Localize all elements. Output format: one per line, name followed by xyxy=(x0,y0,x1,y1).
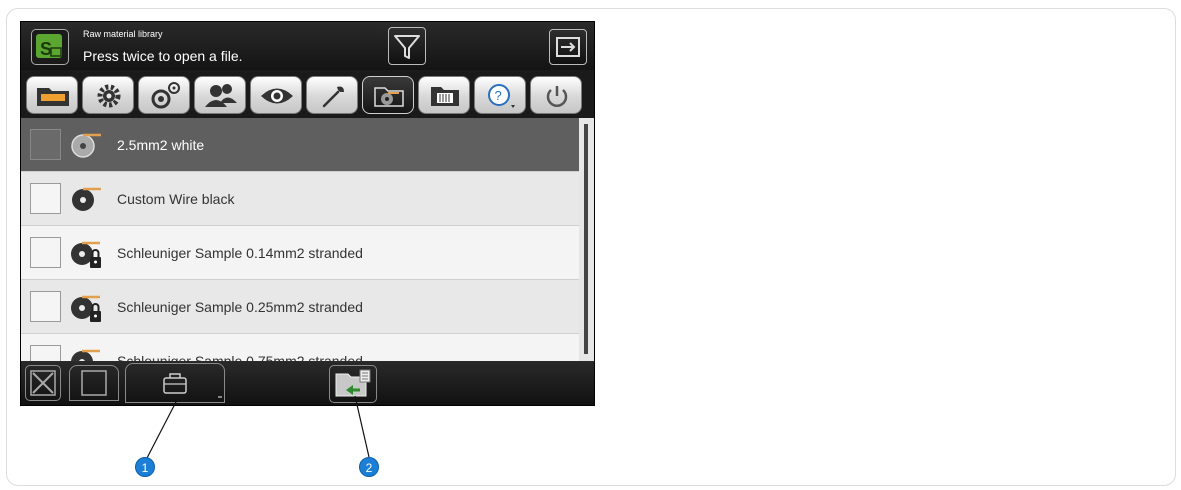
callout-2-badge: 2 xyxy=(359,457,379,477)
callout-lines xyxy=(146,395,370,459)
callout-1-badge: 1 xyxy=(135,457,155,477)
